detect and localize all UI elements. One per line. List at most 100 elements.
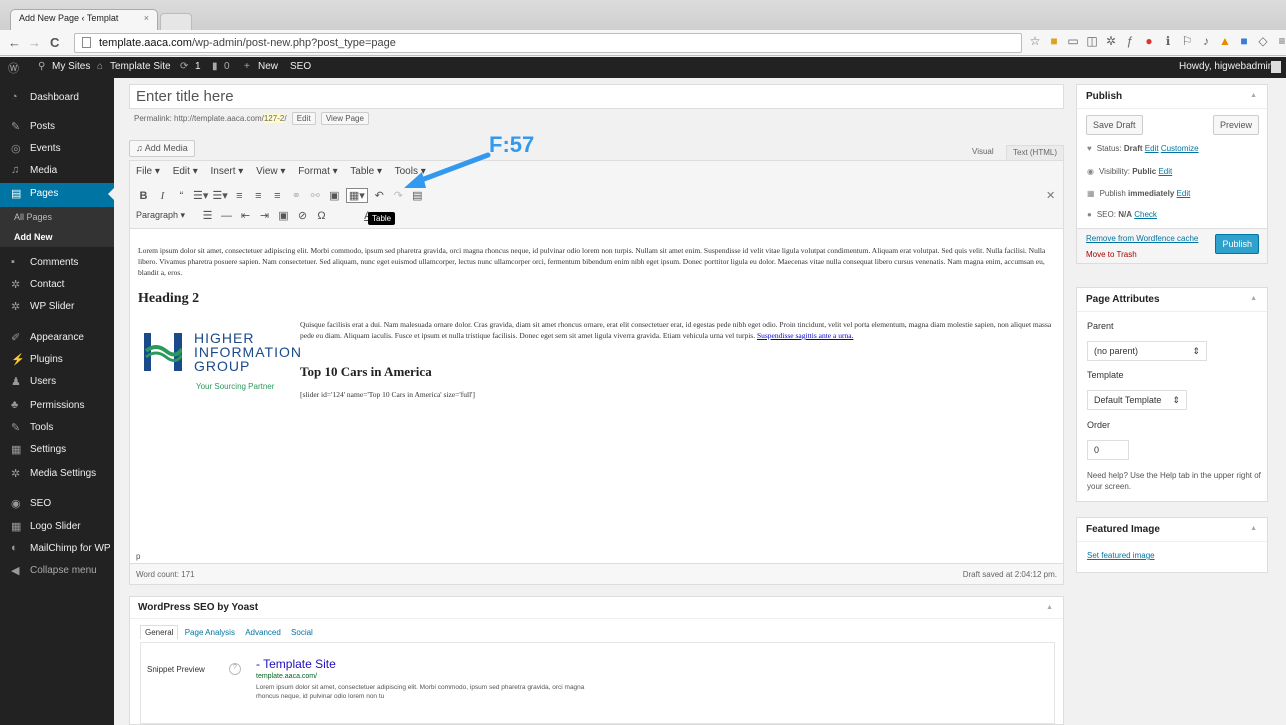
view-page-button[interactable]: View Page [320, 112, 369, 125]
tab-text[interactable]: Text (HTML) [1006, 145, 1064, 161]
sidebar-item-pages[interactable]: ▤ Pages [0, 183, 114, 207]
submenu-add-new[interactable]: Add New [0, 227, 114, 247]
tab-close-icon[interactable]: × [144, 13, 149, 23]
customize-link[interactable]: Customize [1161, 144, 1199, 153]
save-draft-button[interactable]: Save Draft [1086, 115, 1143, 135]
unlink-icon[interactable]: ⚯ [308, 189, 323, 202]
sidebar-item-permissions[interactable]: ♣ Permissions [0, 395, 114, 417]
menu-table[interactable]: Table ▾ [350, 166, 382, 177]
set-featured-image-link[interactable]: Set featured image [1087, 551, 1155, 560]
justify-icon[interactable]: ☰ [200, 209, 215, 222]
visibility-edit-link[interactable]: Edit [1158, 167, 1172, 176]
align-left-icon[interactable]: ≡ [232, 190, 247, 202]
paragraph-2[interactable]: Quisque facilisis erat a dui. Nam malesu… [300, 319, 1060, 341]
sidebar-item-events[interactable]: ◎ Events [0, 138, 114, 160]
bold-icon[interactable]: B [136, 190, 151, 202]
back-icon[interactable]: ← [8, 35, 21, 50]
schedule-edit-link[interactable]: Edit [1177, 189, 1191, 198]
paragraph-2-link[interactable]: Suspendisse sagittis ante a urna. [757, 331, 853, 340]
slider-shortcode[interactable]: [slider id='124' name='Top 10 Cars in Am… [300, 390, 475, 399]
sidebar-item-plugins[interactable]: ⚡ Plugins [0, 349, 114, 371]
wordpress-logo-icon[interactable]: Ⓦ [8, 60, 19, 76]
sidebar-item-media-settings[interactable]: ✲ Media Settings [0, 463, 114, 485]
sidebar-item-media[interactable]: ♫ Media [0, 160, 114, 182]
extension-icon[interactable]: ⚐ [1180, 34, 1194, 48]
sidebar-item-appearance[interactable]: ✐ Appearance [0, 327, 114, 349]
status-edit-link[interactable]: Edit [1145, 144, 1159, 153]
sidebar-item-collapse[interactable]: ◀ Collapse menu [0, 560, 114, 582]
sidebar-item-mailchimp[interactable]: ◐ MailChimp for WP [0, 538, 114, 560]
sidebar-item-dashboard[interactable]: ◔ Dashboard [0, 87, 114, 109]
title-input[interactable]: Enter title here [129, 84, 1064, 109]
fullwidth-icon[interactable]: ▣ [327, 189, 342, 202]
special-char-icon[interactable]: Ω [314, 210, 329, 222]
seo-link[interactable]: SEO [290, 61, 311, 72]
paste-icon[interactable]: ▣ [276, 209, 291, 222]
howdy-user[interactable]: Howdy, higwebadmin [1179, 61, 1273, 72]
extension-icon[interactable]: ■ [1047, 34, 1061, 48]
tab-general[interactable]: General [140, 625, 179, 639]
wordfence-cache-link[interactable]: Remove from Wordfence cache [1086, 234, 1198, 243]
permalink-slug[interactable]: 127-2 [263, 114, 285, 123]
sidebar-item-logo-slider[interactable]: ▦ Logo Slider [0, 516, 114, 538]
parent-select[interactable]: (no parent) ⇕ [1087, 341, 1207, 361]
menu-insert[interactable]: Insert ▾ [211, 166, 244, 177]
link-icon[interactable]: ⚭ [289, 189, 304, 202]
heading-2[interactable]: Heading 2 [138, 291, 199, 307]
fullscreen-icon[interactable]: ✕ [1046, 189, 1055, 202]
extension-icon[interactable]: ✲ [1104, 34, 1118, 48]
forward-icon[interactable]: → [28, 35, 41, 50]
tab-page-analysis[interactable]: Page Analysis [181, 626, 239, 639]
browser-tab[interactable]: Add New Page ‹ Templat × [10, 9, 158, 30]
bullet-list-icon[interactable]: ☰▾ [193, 189, 208, 202]
new-tab-button[interactable] [160, 13, 192, 30]
preview-button[interactable]: Preview [1212, 115, 1259, 135]
site-name-link[interactable]: Template Site [110, 61, 171, 72]
sidebar-item-wp-slider[interactable]: ✲ WP Slider [0, 296, 114, 318]
italic-icon[interactable]: I [155, 190, 170, 202]
menu-edit[interactable]: Edit ▾ [173, 166, 198, 177]
outdent-icon[interactable]: ⇥ [257, 209, 272, 222]
sidebar-item-posts[interactable]: ✎ Posts [0, 116, 114, 138]
hr-icon[interactable]: — [219, 210, 234, 222]
menu-file[interactable]: File ▾ [136, 166, 160, 177]
avatar[interactable] [1271, 61, 1281, 73]
add-media-button[interactable]: ♫ Add Media [129, 140, 195, 157]
extension-icon[interactable]: ■ [1237, 34, 1251, 48]
sidebar-item-contact[interactable]: ✲ Contact [0, 274, 114, 296]
collapse-caret-icon[interactable]: ▲ [1250, 92, 1257, 99]
permalink-edit-button[interactable]: Edit [291, 112, 316, 125]
align-center-icon[interactable]: ≡ [251, 190, 266, 202]
sidebar-item-settings[interactable]: ▦ Settings [0, 439, 114, 461]
menu-view[interactable]: View ▾ [256, 166, 285, 177]
extension-icon[interactable]: ƒ [1123, 34, 1137, 48]
align-right-icon[interactable]: ≡ [270, 190, 285, 202]
updates-icon[interactable]: ⟳ [180, 61, 188, 72]
paragraph-1[interactable]: Lorem ipsum dolor sit amet, consectetuer… [138, 245, 1056, 278]
bookmark-star-icon[interactable]: ☆ [1028, 34, 1042, 48]
undo-icon[interactable]: ↶ [372, 189, 387, 202]
sidebar-item-comments[interactable]: ▪ Comments [0, 252, 114, 274]
extension-icon[interactable]: ▭ [1066, 34, 1080, 48]
collapse-caret-icon[interactable]: ▲ [1046, 604, 1053, 611]
blockquote-icon[interactable]: “ [174, 190, 189, 202]
sidebar-item-users[interactable]: ♟ Users [0, 371, 114, 393]
sidebar-item-seo[interactable]: ◉ SEO [0, 493, 114, 515]
extension-icon[interactable]: ℹ [1161, 34, 1175, 48]
updates-count[interactable]: 1 [195, 61, 201, 72]
indent-icon[interactable]: ⇤ [238, 209, 253, 222]
help-icon[interactable]: ? [229, 663, 241, 675]
format-select[interactable]: Paragraph ▾ [136, 210, 196, 221]
collapse-caret-icon[interactable]: ▲ [1250, 525, 1257, 532]
template-select[interactable]: Default Template ⇕ [1087, 390, 1187, 410]
address-bar[interactable]: template.aaca.com/wp-admin/post-new.php?… [74, 33, 1022, 53]
publish-button[interactable]: Publish [1215, 234, 1259, 254]
extension-icon[interactable]: ● [1142, 34, 1156, 48]
tab-social[interactable]: Social [287, 626, 317, 639]
seo-check-link[interactable]: Check [1134, 210, 1157, 219]
chrome-menu-icon[interactable]: ≡ [1275, 34, 1286, 48]
heading-3[interactable]: Top 10 Cars in America [300, 364, 432, 380]
extension-icon[interactable]: ♪ [1199, 34, 1213, 48]
my-sites-link[interactable]: My Sites [52, 61, 90, 72]
order-input[interactable]: 0 [1087, 440, 1129, 460]
